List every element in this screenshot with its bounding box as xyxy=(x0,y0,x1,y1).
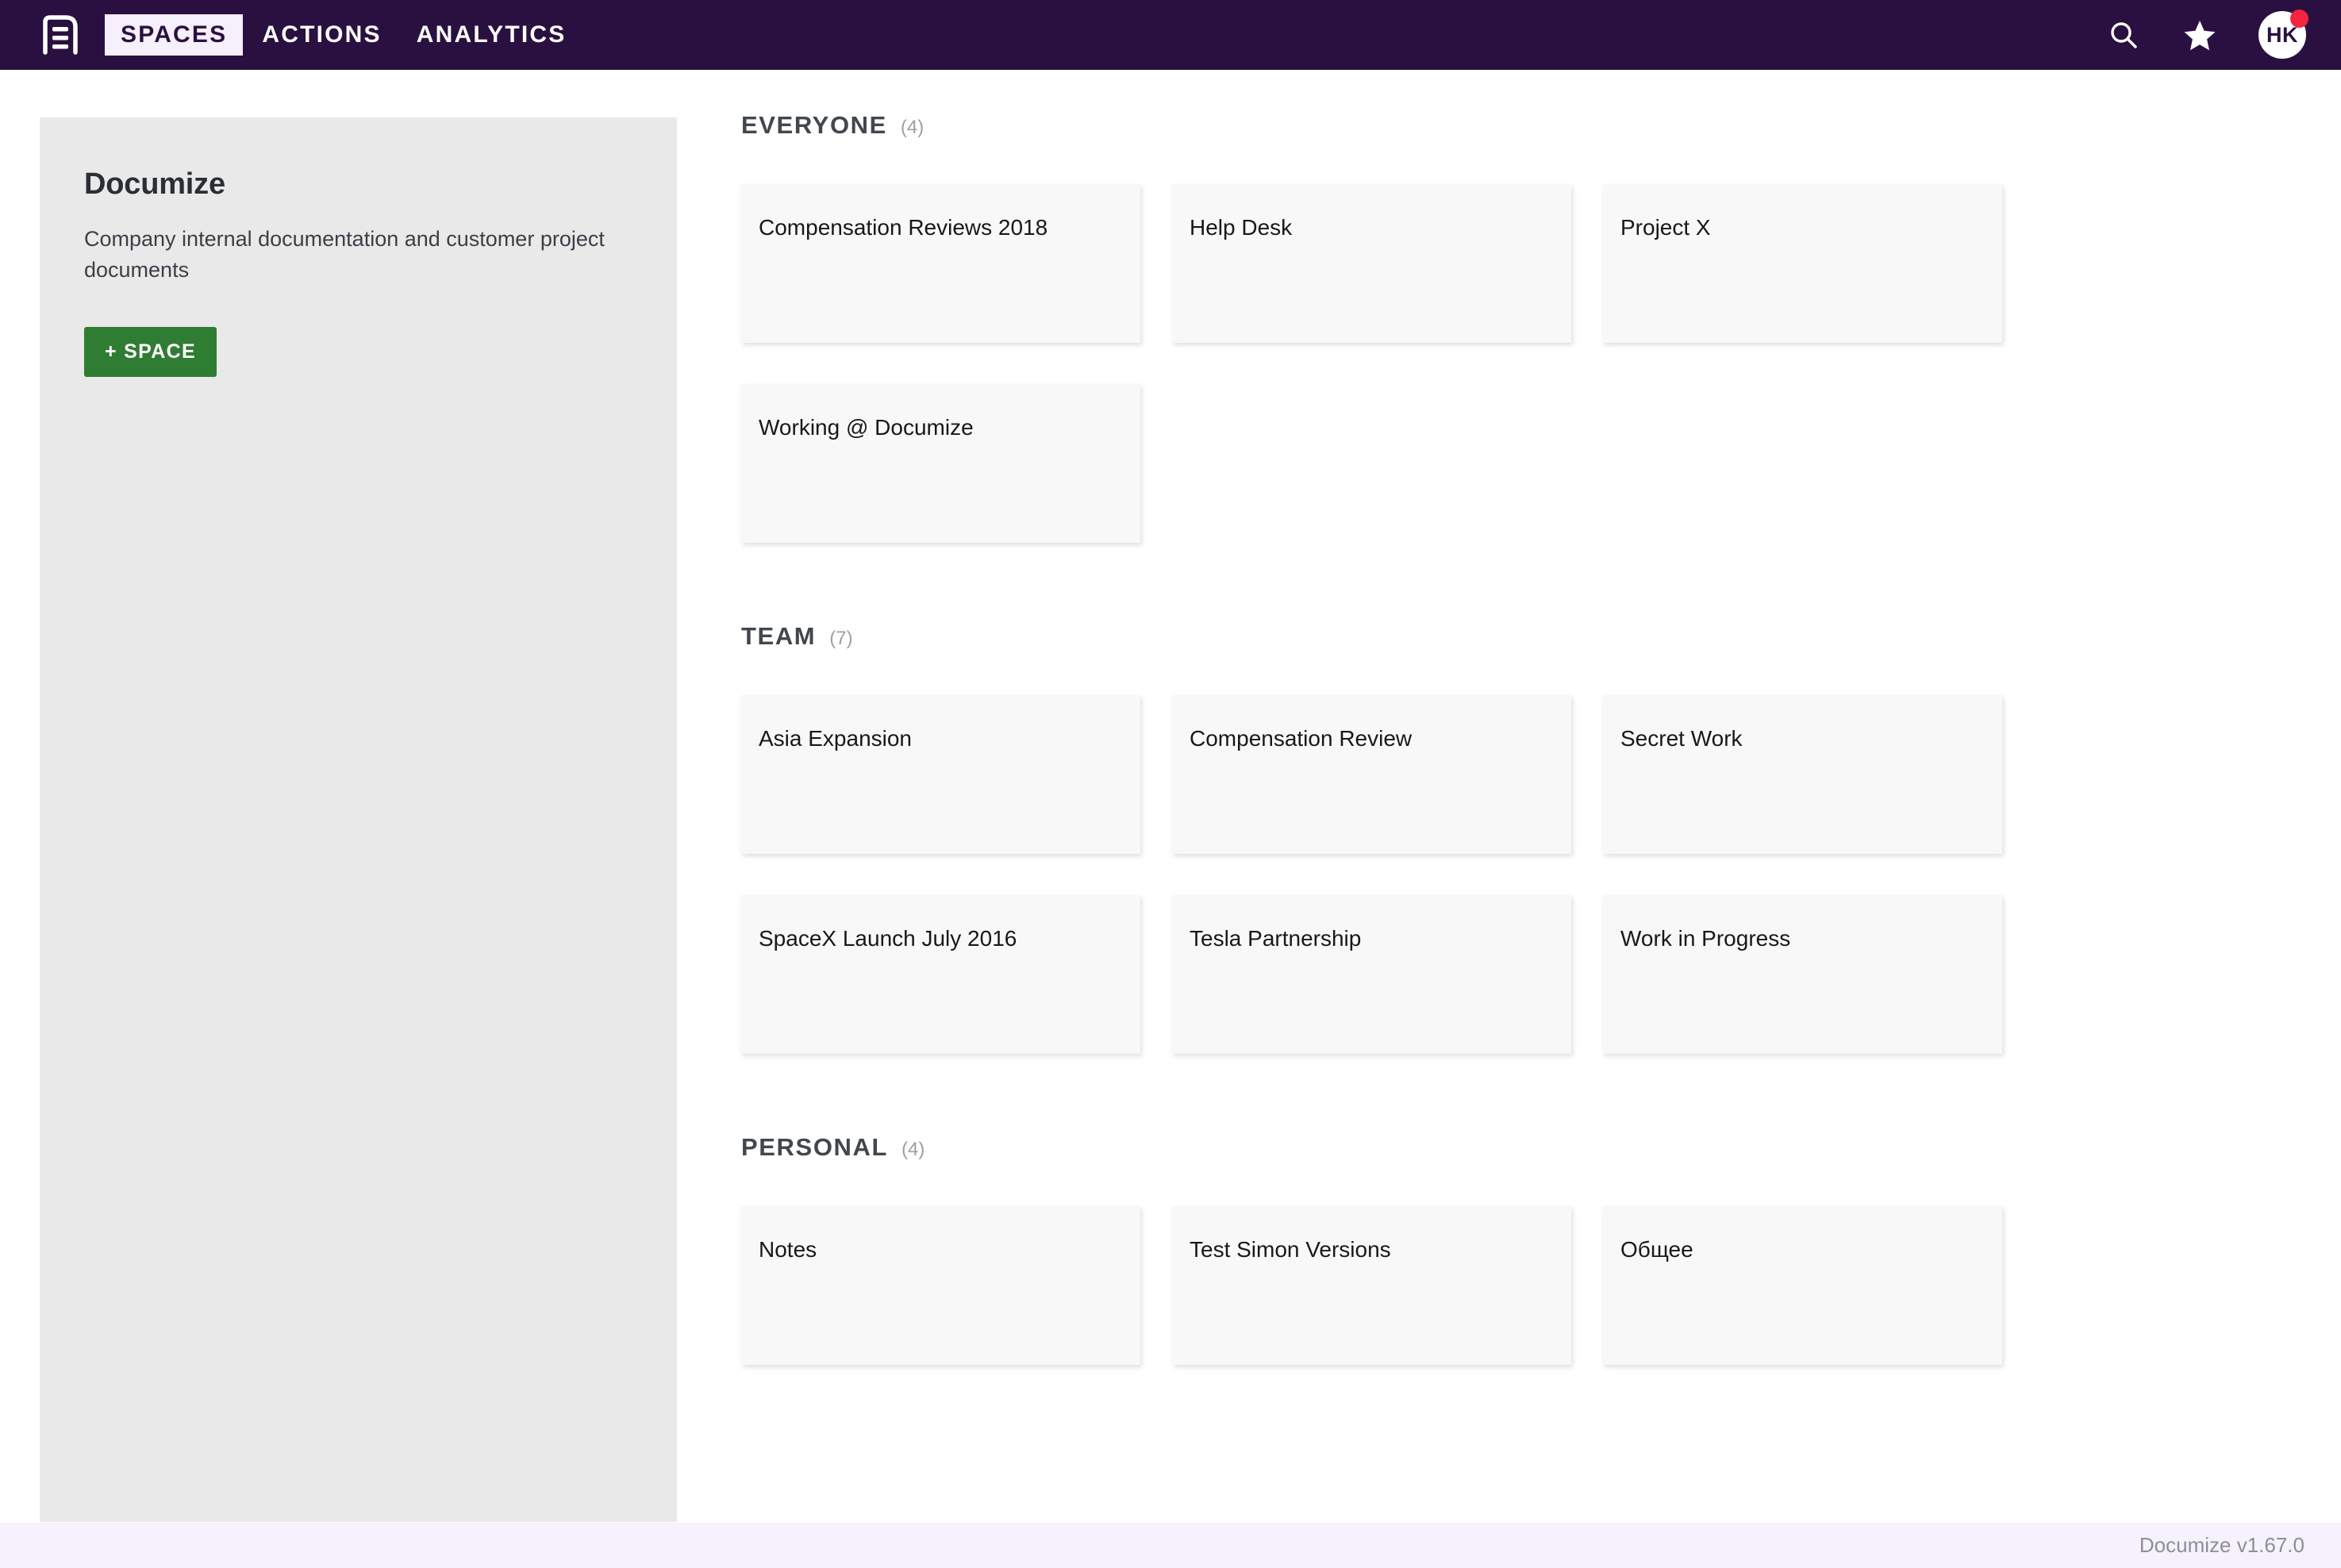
nav-tab-analytics[interactable]: ANALYTICS xyxy=(401,14,582,56)
top-navigation-bar: SPACES ACTIONS ANALYTICS HK xyxy=(0,0,2341,70)
section-title-team: TEAM xyxy=(741,622,817,650)
space-card[interactable]: Asia Expansion xyxy=(741,695,1140,854)
space-card-title: SpaceX Launch July 2016 xyxy=(759,926,1017,951)
organization-panel: Documize Company internal documentation … xyxy=(40,117,677,1522)
space-card-title: Compensation Review xyxy=(1190,726,1413,751)
space-card-title: Work in Progress xyxy=(1620,926,1791,951)
space-card[interactable]: Working @ Documize xyxy=(741,384,1140,543)
space-card[interactable]: Test Simon Versions xyxy=(1172,1206,1571,1365)
space-card-title: Notes xyxy=(759,1237,817,1262)
space-card[interactable]: Project X xyxy=(1603,184,2002,343)
space-card[interactable]: Tesla Partnership xyxy=(1172,895,1571,1054)
nav-right-actions: HK xyxy=(2106,10,2308,59)
section-count-personal: (4) xyxy=(901,1139,925,1160)
space-card[interactable]: Общее xyxy=(1603,1206,2002,1365)
space-card-title: Help Desk xyxy=(1190,215,1293,240)
section-header-personal: PERSONAL (4) xyxy=(741,1133,2043,1162)
space-card-grid-everyone: Compensation Reviews 2018 Help Desk Proj… xyxy=(741,184,2043,543)
main-nav-links: SPACES ACTIONS ANALYTICS xyxy=(105,14,582,56)
section-count-everyone: (4) xyxy=(900,117,924,138)
section-header-everyone: EVERYONE (4) xyxy=(741,111,2043,140)
section-personal: PERSONAL (4) Notes Test Simon Versions О… xyxy=(741,1133,2043,1365)
space-card[interactable]: Secret Work xyxy=(1603,695,2002,854)
space-card-title: Project X xyxy=(1620,215,1711,240)
section-title-everyone: EVERYONE xyxy=(741,111,887,139)
space-card[interactable]: Work in Progress xyxy=(1603,895,2002,1054)
space-card-title: Secret Work xyxy=(1620,726,1743,751)
space-card-title: Общее xyxy=(1620,1237,1693,1262)
page-title: Documize xyxy=(84,167,225,201)
space-card-title: Compensation Reviews 2018 xyxy=(759,215,1048,240)
app-footer: Documize v1.67.0 xyxy=(0,1523,2341,1568)
add-space-button[interactable]: + SPACE xyxy=(84,326,217,377)
space-card[interactable]: Compensation Reviews 2018 xyxy=(741,184,1140,343)
nav-tab-actions[interactable]: ACTIONS xyxy=(246,14,397,56)
space-card[interactable]: SpaceX Launch July 2016 xyxy=(741,895,1140,1054)
space-card-title: Test Simon Versions xyxy=(1190,1237,1391,1262)
space-card-grid-personal: Notes Test Simon Versions Общее xyxy=(741,1206,2043,1365)
space-card[interactable]: Help Desk xyxy=(1172,184,1571,343)
section-count-team: (7) xyxy=(829,628,853,649)
star-icon[interactable] xyxy=(2182,17,2217,52)
avatar[interactable]: HK xyxy=(2258,10,2308,59)
document-lines-icon[interactable] xyxy=(38,13,83,57)
section-team: TEAM (7) Asia Expansion Compensation Rev… xyxy=(741,622,2043,1054)
space-card[interactable]: Notes xyxy=(741,1206,1140,1365)
section-header-team: TEAM (7) xyxy=(741,622,2043,651)
space-card-title: Asia Expansion xyxy=(759,726,913,751)
spaces-content: EVERYONE (4) Compensation Reviews 2018 H… xyxy=(741,111,2043,1384)
space-card-grid-team: Asia Expansion Compensation Review Secre… xyxy=(741,695,2043,1054)
organization-description: Company internal documentation and custo… xyxy=(84,226,605,282)
notification-dot-icon xyxy=(2290,10,2308,28)
space-card-title: Tesla Partnership xyxy=(1190,926,1362,951)
version-label: Documize v1.67.0 xyxy=(2139,1533,2304,1557)
section-title-personal: PERSONAL xyxy=(741,1133,889,1161)
nav-tab-spaces[interactable]: SPACES xyxy=(105,14,244,56)
space-card-title: Working @ Documize xyxy=(759,415,974,440)
search-icon[interactable] xyxy=(2106,17,2141,52)
space-card[interactable]: Compensation Review xyxy=(1172,695,1571,854)
section-everyone: EVERYONE (4) Compensation Reviews 2018 H… xyxy=(741,111,2043,543)
